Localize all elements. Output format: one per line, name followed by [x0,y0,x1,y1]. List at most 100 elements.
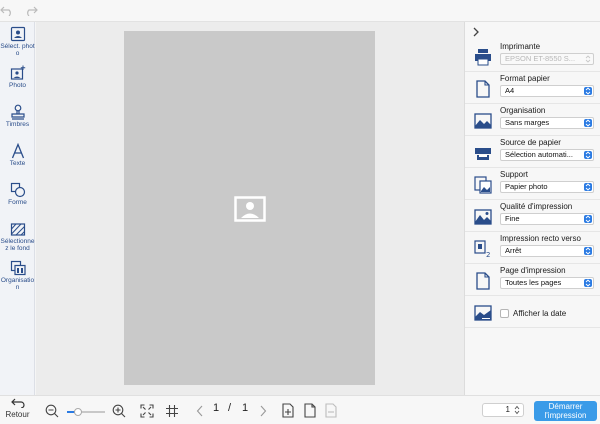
setting-title: Imprimante [500,42,541,51]
next-page-icon[interactable] [258,404,268,418]
tool-background[interactable]: Sélectionnez le fond [0,221,35,252]
copies-stepper[interactable]: 1 [482,403,524,417]
setting-paper-source: Source de papier Sélection automati... [465,137,600,168]
chevron-updown-icon [584,151,592,159]
show-date-checkbox[interactable] [500,309,509,318]
print-sheet[interactable] [124,31,375,385]
select-value: Papier photo [505,182,548,191]
add-page-icon[interactable] [282,403,294,418]
tool-label: Sélect. photo [0,43,35,57]
quality-select[interactable]: Fine [500,213,594,225]
tool-label: Timbres [5,121,30,128]
paper-source-select[interactable]: Sélection automati... [500,149,594,161]
blank-page-icon[interactable] [304,403,316,418]
total-pages: 1 [242,402,249,414]
tool-photo[interactable]: Photo [0,65,35,89]
previous-page-icon[interactable] [195,404,205,418]
organisation-select[interactable]: Sans marges [500,117,594,129]
tool-shape[interactable]: Forme [0,182,35,206]
print-quality-icon [474,209,492,225]
setting-title: Page d'impression [500,266,566,275]
chevron-updown-icon [584,215,592,223]
chevron-right-icon[interactable] [471,26,481,38]
setting-printer: Imprimante EPSON ET-8550 S... [465,41,600,72]
chevron-updown-icon [584,279,592,287]
current-page: 1 [213,402,220,414]
select-value: Fine [505,214,520,223]
delete-page-icon[interactable] [325,403,337,418]
tool-organisation[interactable]: Organisation [0,260,35,291]
paper-format-select[interactable]: A4 [500,85,594,97]
page-separator: / [228,402,232,414]
stepper-arrows-icon[interactable] [513,405,521,415]
zoom-slider[interactable] [67,408,105,416]
duplex-icon: 2 [474,240,490,258]
tool-select-photo[interactable]: Sélect. photo [0,26,35,57]
setting-show-date: Afficher la date [465,297,600,328]
shape-icon [10,182,25,198]
preview-canvas [36,22,464,395]
setting-title: Organisation [500,106,546,115]
svg-text:2: 2 [486,251,490,258]
start-label-line2: l'impression [544,411,587,420]
undo-icon[interactable] [0,4,14,16]
chevron-updown-icon [584,247,592,255]
setting-title: Support [500,170,529,179]
chevron-updown-icon [584,55,592,63]
background-icon [10,223,25,236]
grid-icon[interactable] [165,404,179,418]
select-value: Arrêt [505,246,522,255]
setting-duplex: 2 Impression recto verso Arrêt [465,233,600,264]
tool-label: Texte [9,160,26,167]
copies-value: 1 [505,405,510,414]
add-photo-icon [10,65,25,80]
start-printing-button[interactable]: Démarrer l'impression [534,401,597,421]
chevron-updown-icon [584,87,592,95]
setting-paper-format: Format papier A4 [465,73,600,104]
setting-organisation: Organisation Sans marges [465,105,600,136]
tool-stamps[interactable]: Timbres [0,104,35,128]
setting-print-page: Page d'impression Toutes les pages [465,265,600,296]
tool-label: Photo [9,82,26,89]
stamp-icon [10,104,25,120]
setting-quality: Qualité d'impression Fine [465,201,600,232]
printer-select: EPSON ET-8550 S... [500,53,594,65]
printer-icon [475,49,491,66]
setting-title: Impression recto verso [500,234,581,243]
tool-text[interactable]: Texte [0,143,35,167]
date-stamp-icon [474,305,492,321]
setting-title: Qualité d'impression [500,202,573,211]
zoom-in-icon[interactable] [112,404,126,418]
show-date-label: Afficher la date [513,309,567,318]
setting-title: Format papier [500,74,550,83]
bottom-bar: Retour 1 / 1 1 Démarrer l'impression [0,395,600,424]
tool-label: Forme [8,199,27,206]
select-value: Sélection automati... [505,150,573,159]
chevron-updown-icon [584,119,592,127]
media-type-icon [474,176,492,194]
paper-format-icon [476,80,490,98]
zoom-out-icon[interactable] [45,404,59,418]
text-icon [11,143,24,159]
support-select[interactable]: Papier photo [500,181,594,193]
back-label: Retour [5,410,30,419]
redo-icon[interactable] [24,4,38,16]
image-placeholder-icon[interactable] [234,196,266,222]
tool-label: Sélectionnez le fond [0,238,35,252]
fit-to-screen-icon[interactable] [140,404,154,418]
layout-icon [10,260,26,276]
setting-support: Support Papier photo [465,169,600,200]
chevron-updown-icon [584,183,592,191]
duplex-select[interactable]: Arrêt [500,245,594,257]
tool-label: Organisation [0,277,35,291]
print-page-icon [476,272,490,290]
zoom-slider-thumb[interactable] [74,408,83,416]
select-value: Toutes les pages [505,278,562,287]
back-button[interactable]: Retour [0,398,35,419]
return-arrow-icon [10,398,25,408]
print-page-select[interactable]: Toutes les pages [500,277,594,289]
left-toolbar: Sélect. photo Photo Timbres Texte Forme … [0,22,35,395]
borderless-layout-icon [474,113,492,129]
paper-source-icon [475,148,491,160]
top-bar [0,0,600,22]
